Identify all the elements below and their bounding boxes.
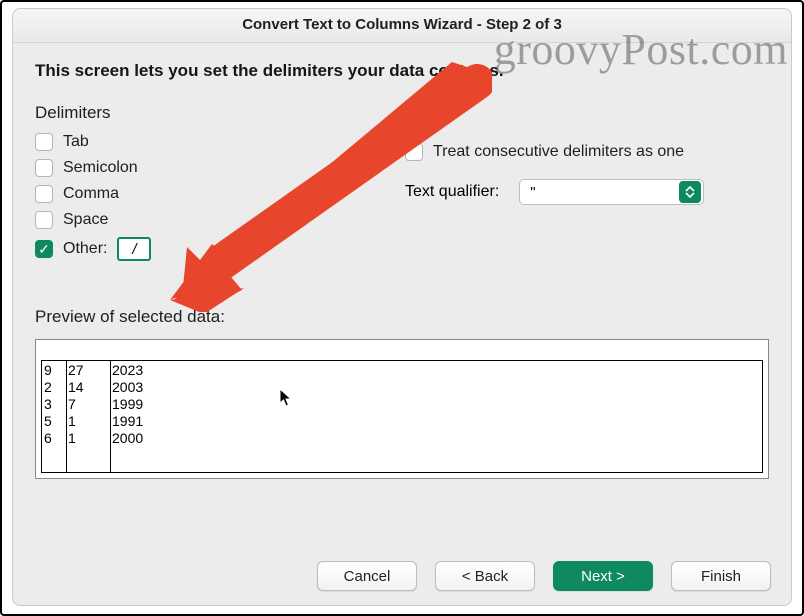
- preview-label: Preview of selected data:: [35, 307, 769, 327]
- cancel-button[interactable]: Cancel: [317, 561, 417, 591]
- checkbox-space[interactable]: [35, 211, 53, 229]
- preview-row: 511991: [44, 413, 143, 430]
- checkbox-other[interactable]: ✓: [35, 240, 53, 258]
- preview-row: 371999: [44, 396, 143, 413]
- button-bar: Cancel < Back Next > Finish: [13, 549, 791, 605]
- delimiter-semicolon-row[interactable]: Semicolon: [35, 159, 345, 177]
- wizard-window: Convert Text to Columns Wizard - Step 2 …: [12, 8, 792, 606]
- finish-button[interactable]: Finish: [671, 561, 771, 591]
- delimiter-comma-row[interactable]: Comma: [35, 185, 345, 203]
- checkbox-tab[interactable]: [35, 133, 53, 151]
- delimiter-other-row[interactable]: ✓ Other:: [35, 237, 345, 261]
- chevron-up-down-icon[interactable]: [679, 181, 701, 203]
- label-treat-consecutive: Treat consecutive delimiters as one: [433, 143, 684, 161]
- preview-grid: 92720232142003371999511991612000: [41, 360, 763, 473]
- options-section: Treat consecutive delimiters as one Text…: [405, 103, 769, 269]
- preview-row: 612000: [44, 430, 143, 447]
- checkbox-comma[interactable]: [35, 185, 53, 203]
- text-qualifier-select[interactable]: ": [519, 179, 704, 205]
- text-qualifier-row: Text qualifier: ": [405, 179, 769, 205]
- label-tab: Tab: [63, 133, 89, 151]
- delimiters-section: Delimiters Tab Semicolon Comma: [35, 103, 345, 269]
- checkbox-semicolon[interactable]: [35, 159, 53, 177]
- screenshot-frame: Convert Text to Columns Wizard - Step 2 …: [0, 0, 804, 616]
- other-delimiter-input[interactable]: [117, 237, 151, 261]
- delimiters-heading: Delimiters: [35, 103, 345, 123]
- preview-row: 9272023: [44, 362, 143, 379]
- treat-consecutive-row[interactable]: Treat consecutive delimiters as one: [405, 143, 769, 161]
- label-space: Space: [63, 211, 108, 229]
- next-button[interactable]: Next >: [553, 561, 653, 591]
- preview-box: 92720232142003371999511991612000: [35, 339, 769, 479]
- delimiter-space-row[interactable]: Space: [35, 211, 345, 229]
- back-button[interactable]: < Back: [435, 561, 535, 591]
- check-icon: ✓: [38, 242, 50, 256]
- text-qualifier-value: ": [520, 184, 677, 201]
- label-semicolon: Semicolon: [63, 159, 138, 177]
- preview-row: 2142003: [44, 379, 143, 396]
- window-content: This screen lets you set the delimiters …: [13, 43, 791, 549]
- window-title: Convert Text to Columns Wizard - Step 2 …: [13, 9, 791, 43]
- instruction-text: This screen lets you set the delimiters …: [35, 61, 769, 81]
- label-comma: Comma: [63, 185, 119, 203]
- label-other: Other:: [63, 240, 107, 258]
- text-qualifier-label: Text qualifier:: [405, 183, 499, 201]
- checkbox-treat-consecutive[interactable]: [405, 143, 423, 161]
- delimiter-tab-row[interactable]: Tab: [35, 133, 345, 151]
